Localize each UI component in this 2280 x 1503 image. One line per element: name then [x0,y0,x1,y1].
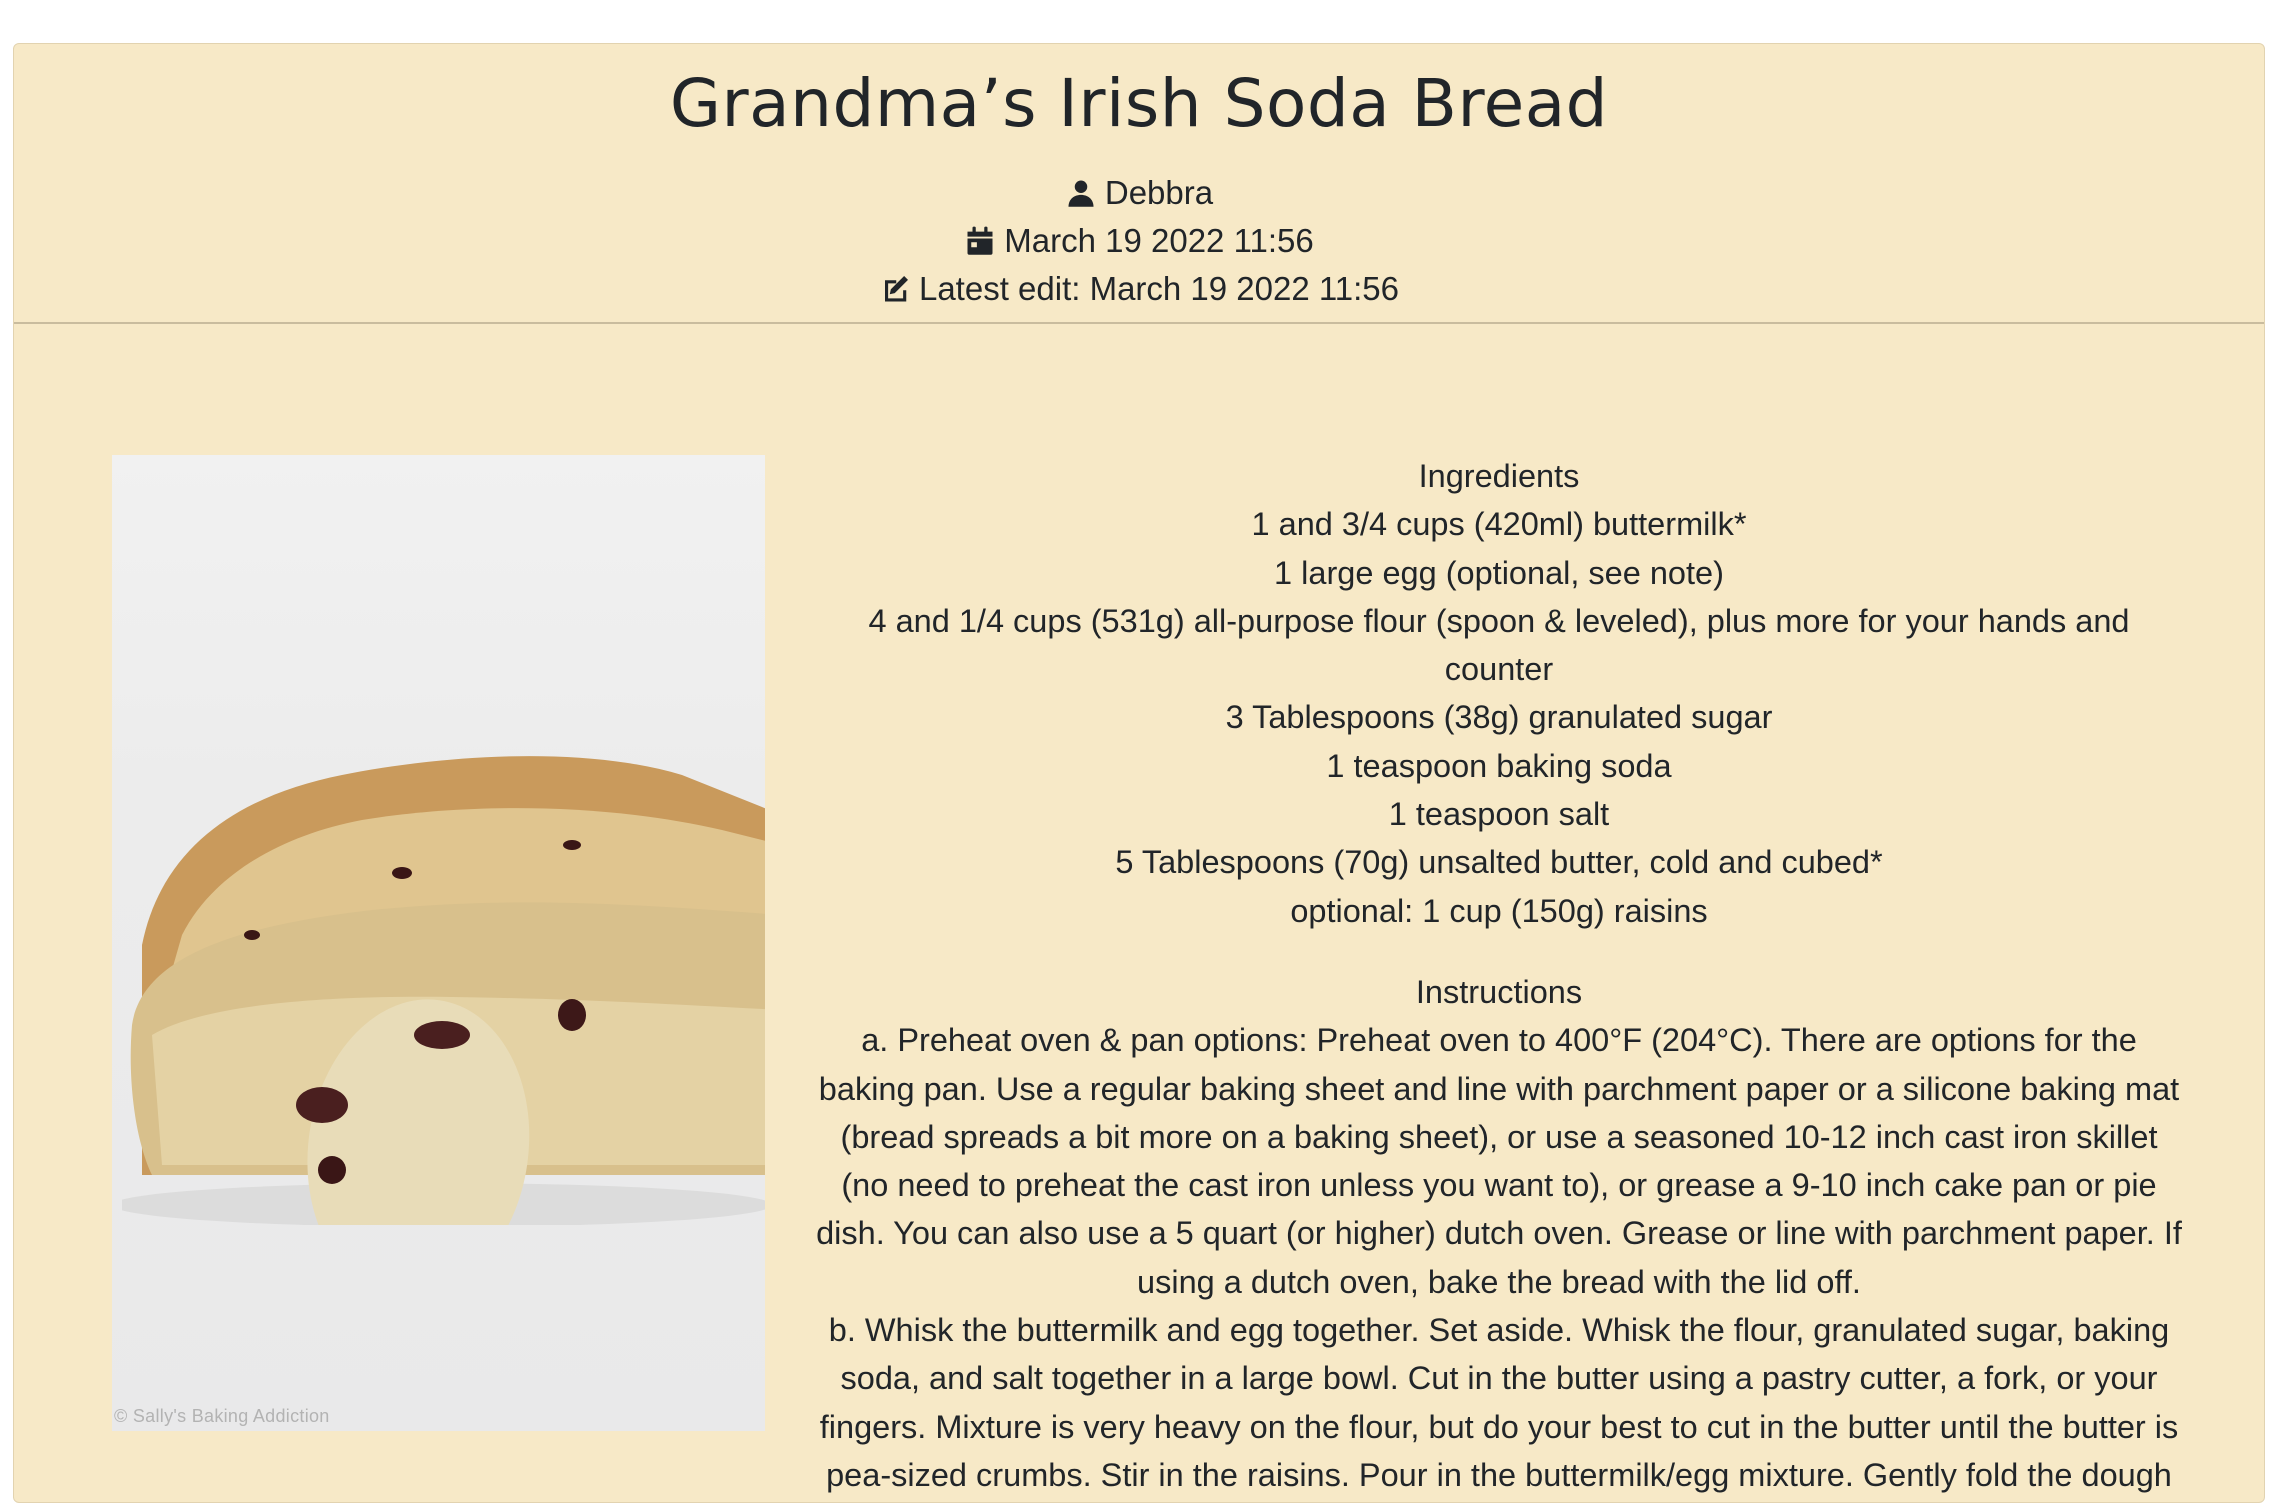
recipe-body: Ingredients 1 and 3/4 cups (420ml) butte… [814,452,2184,1499]
ingredient-item: optional: 1 cup (150g) raisins [1290,892,1708,929]
instruction-step: a. Preheat oven & pan options: Preheat o… [816,1022,2182,1300]
user-icon [1065,177,1097,209]
recipe-title: Grandma’s Irish Soda Bread [669,65,1609,142]
edit-icon [879,273,911,305]
created-date-line: March 19 2022 11:56 [14,217,2264,265]
latest-edit-date: March 19 2022 11:56 [1089,270,1400,307]
latest-edit-label: Latest edit: [918,270,1090,307]
ingredients-heading: Ingredients [1418,458,1580,494]
photo-watermark: © Sally's Baking Addiction [114,1406,330,1426]
instructions-heading: Instructions [1415,973,1583,1010]
ingredient-item: 1 and 3/4 cups (420ml) buttermilk* [1251,506,1747,543]
ingredient-item: 5 Tablespoons (70g) unsalted butter, col… [1115,844,1883,881]
ingredient-item: 1 teaspoon baking soda [1326,747,1672,784]
latest-edit-line: Latest edit: March 19 2022 11:56 [14,265,2264,313]
soda-bread-illustration [122,756,765,1225]
created-date: March 19 2022 11:56 [1004,222,1314,259]
ingredient-item: 1 large egg (optional, see note) [1274,554,1724,591]
author-line: Debbra [14,169,2264,217]
calendar-icon [964,225,996,257]
recipe-photo: © Sally's Baking Addiction [112,455,765,1431]
instructions-section: Instructions a. Preheat oven & pan optio… [814,968,2184,1499]
ingredient-item: 4 and 1/4 cups (531g) all-purpose flour … [868,602,2130,688]
recipe-header: Grandma’s Irish Soda Bread Debbra March … [14,44,2264,324]
recipe-card: Grandma’s Irish Soda Bread Debbra March … [13,43,2265,1503]
ingredient-item: 1 teaspoon salt [1388,796,1610,833]
author-name: Debbra [1104,174,1214,211]
ingredient-item: 3 Tablespoons (38g) granulated sugar [1225,699,1773,736]
instruction-step: b. Whisk the buttermilk and egg together… [819,1312,2179,1493]
